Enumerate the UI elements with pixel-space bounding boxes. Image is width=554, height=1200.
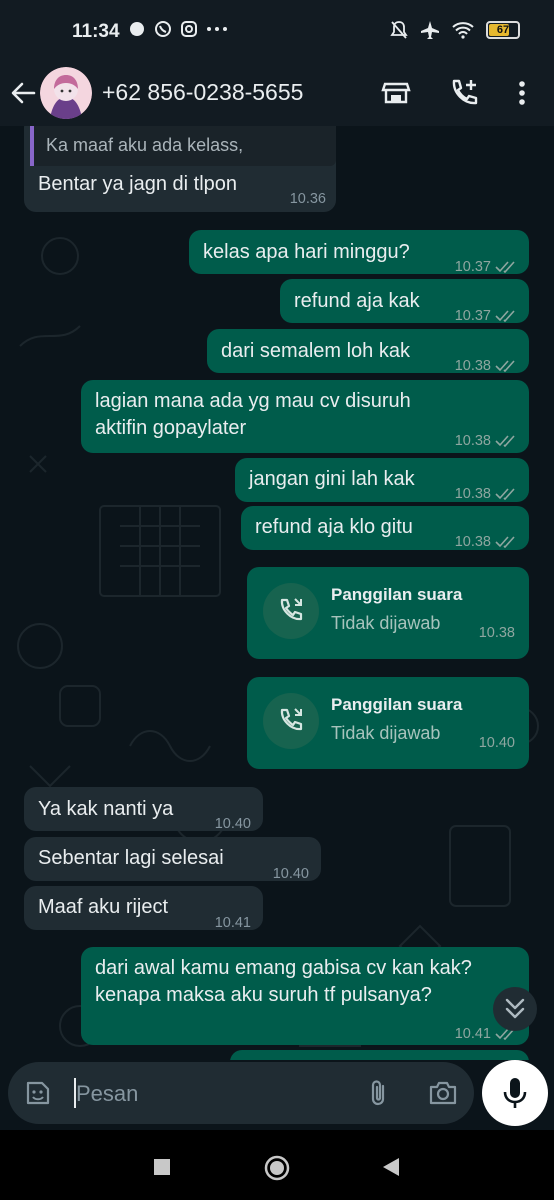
message-outgoing[interactable]: dari awal kamu emang gabisa cv kan kak? … <box>81 947 529 1045</box>
message-text: refund aja klo gitu <box>255 516 413 538</box>
status-notification-icons <box>128 20 228 38</box>
message-time: 10.37 <box>454 259 491 275</box>
wifi-icon <box>452 22 474 39</box>
call-title: Panggilan suara <box>331 585 463 604</box>
message-time: 10.36 <box>289 191 326 207</box>
message-time: 10.40 <box>272 866 309 882</box>
quoted-message[interactable]: Ka maaf aku ada kelass, <box>30 126 336 166</box>
phone-missed-icon <box>280 598 303 621</box>
message-outgoing[interactable]: refund aja kak 10.37 <box>280 279 529 324</box>
message-time: 10.37 <box>454 308 491 324</box>
phone-missed-icon <box>280 708 303 731</box>
chevrons-down-icon <box>505 998 525 1019</box>
message-text: Sebentar lagi selesai <box>38 847 224 869</box>
message-text: jangan gini lah kak <box>249 468 415 490</box>
call-icon-circle <box>263 693 319 749</box>
more-vert-icon[interactable] <box>512 78 532 108</box>
message-time: 10.40 <box>214 816 251 832</box>
double-check-icon <box>495 360 515 373</box>
mic-icon <box>503 1078 527 1108</box>
chat-bubble-icon <box>130 22 144 36</box>
message-time: 10.38 <box>454 433 491 449</box>
chat-header: +62 856-0238-5655 <box>0 62 554 126</box>
recents-icon[interactable] <box>153 1158 171 1176</box>
sticker-icon[interactable] <box>24 1079 52 1107</box>
message-outgoing[interactable]: dari semalem loh kak 10.38 <box>207 329 529 374</box>
message-incoming[interactable]: Ka maaf aku ada kelass, Bentar ya jagn d… <box>24 126 336 212</box>
message-time: 10.41 <box>454 1026 491 1042</box>
message-outgoing-partial[interactable] <box>230 1050 529 1060</box>
missed-call-message[interactable]: Panggilan suara Tidak dijawab 10.40 <box>247 677 529 769</box>
voice-record-button[interactable] <box>482 1060 548 1126</box>
message-outgoing[interactable]: kelas apa hari minggu? 10.37 <box>189 230 529 275</box>
message-input[interactable]: Pesan <box>76 1081 138 1107</box>
message-time: 10.38 <box>454 358 491 374</box>
mute-icon <box>390 21 408 39</box>
message-time: 10.41 <box>214 915 251 931</box>
camera-icon[interactable] <box>428 1079 458 1107</box>
scroll-to-bottom-button[interactable] <box>493 987 537 1031</box>
quoted-text: Ka maaf aku ada kelass, <box>46 135 244 155</box>
message-text: dari awal kamu emang gabisa cv kan kak? … <box>95 957 472 1006</box>
battery-percent: 67 <box>496 24 510 36</box>
more-notifications-icon <box>207 27 227 31</box>
battery-indicator: 67 <box>486 21 520 39</box>
message-text: kelas apa hari minggu? <box>203 241 410 263</box>
status-system-icons: 67 <box>390 20 520 40</box>
message-text: refund aja kak <box>294 290 420 312</box>
message-time: 10.38 <box>478 625 515 641</box>
arrow-left-icon[interactable] <box>8 78 38 108</box>
status-bar: 11:34 67 <box>0 0 554 62</box>
message-list[interactable]: Ka maaf aku ada kelass, Bentar ya jagn d… <box>0 126 554 1060</box>
message-text: dari semalem loh kak <box>221 340 410 362</box>
message-text: Maaf aku riject <box>38 896 169 918</box>
phone-plus-icon[interactable] <box>448 78 480 108</box>
store-icon[interactable] <box>381 78 411 108</box>
whatsapp-icon <box>155 21 171 37</box>
paperclip-icon[interactable] <box>366 1078 392 1108</box>
message-time: 10.40 <box>478 735 515 751</box>
contact-name[interactable]: +62 856-0238-5655 <box>102 79 303 106</box>
message-composer[interactable]: Pesan <box>8 1062 474 1124</box>
double-check-icon <box>495 536 515 549</box>
home-icon[interactable] <box>264 1155 290 1181</box>
message-outgoing[interactable]: jangan gini lah kak 10.38 <box>235 458 529 502</box>
instagram-icon <box>181 21 197 37</box>
missed-call-message[interactable]: Panggilan suara Tidak dijawab 10.38 <box>247 567 529 659</box>
message-incoming[interactable]: Maaf aku riject 10.41 <box>24 886 263 931</box>
status-time: 11:34 <box>72 21 120 42</box>
message-time: 10.38 <box>454 486 491 502</box>
message-text: Bentar ya jagn di tlpon <box>38 173 238 195</box>
avatar[interactable] <box>40 67 92 119</box>
system-nav-bar <box>0 1130 554 1200</box>
double-check-icon <box>495 261 515 274</box>
call-status: Tidak dijawab <box>331 723 441 743</box>
call-icon-circle <box>263 583 319 639</box>
message-outgoing[interactable]: lagian mana ada yg mau cv disuruh aktifi… <box>81 380 529 453</box>
double-check-icon <box>495 310 515 323</box>
message-outgoing[interactable]: refund aja klo gitu 10.38 <box>241 506 529 550</box>
airplane-icon <box>421 21 439 39</box>
message-incoming[interactable]: Sebentar lagi selesai 10.40 <box>24 837 321 882</box>
message-text: Ya kak nanti ya <box>38 798 174 820</box>
back-nav-icon[interactable] <box>381 1157 401 1177</box>
message-time: 10.38 <box>454 534 491 550</box>
message-incoming[interactable]: Ya kak nanti ya 10.40 <box>24 787 263 832</box>
call-title: Panggilan suara <box>331 695 463 714</box>
call-status: Tidak dijawab <box>331 613 441 633</box>
composer-bar: Pesan <box>0 1060 554 1130</box>
double-check-icon <box>495 488 515 501</box>
double-check-icon <box>495 435 515 448</box>
message-text: lagian mana ada yg mau cv disuruh aktifi… <box>95 390 411 439</box>
